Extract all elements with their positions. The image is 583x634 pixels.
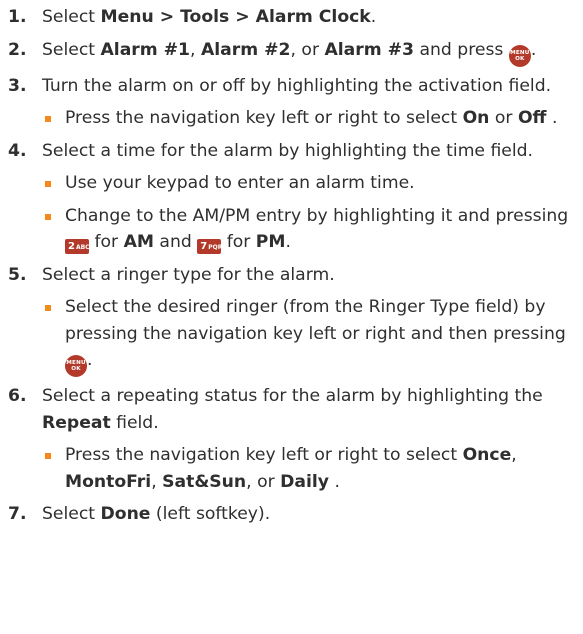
bullet-square-icon xyxy=(45,453,51,459)
bullet-square-icon xyxy=(45,181,51,187)
step-number: 2. xyxy=(8,39,27,60)
key-7-icon: 7PQRS xyxy=(197,239,227,254)
alarm-option: Alarm #3 xyxy=(324,39,415,60)
step-1: 1. Select Menu > Tools > Alarm Clock. xyxy=(0,4,583,31)
step-text: Select a repeating status for the alarm … xyxy=(42,386,543,406)
step-text: . xyxy=(530,39,537,60)
step-text: Select xyxy=(42,504,101,524)
step-text: Select xyxy=(42,7,101,27)
step-text: . xyxy=(370,7,377,27)
step-number: 5. xyxy=(8,264,27,285)
step-text: , or xyxy=(290,39,325,60)
option-am: AM xyxy=(123,232,154,252)
sub-bullet: Select the desired ringer (from the Ring… xyxy=(42,294,583,377)
sub-bullet: Press the navigation key left or right t… xyxy=(42,442,583,495)
menu-ok-key-icon: MENU OK xyxy=(508,44,531,67)
step-6: 6. Select a repeating status for the ala… xyxy=(0,383,583,495)
bullet-square-icon xyxy=(45,213,51,220)
step-number: 6. xyxy=(8,386,27,406)
alarm-option: Alarm #2 xyxy=(200,39,291,60)
step-text: field. xyxy=(110,412,159,433)
step-7: 7. Select Done (left softkey). xyxy=(0,501,583,528)
done-softkey: Done xyxy=(100,504,151,524)
step-text: Turn the alarm on or off by highlighting… xyxy=(42,75,552,96)
step-text: Select a time for the alarm by highlight… xyxy=(42,140,534,161)
menu-path: Menu > Tools > Alarm Clock xyxy=(100,7,371,27)
step-number: 4. xyxy=(8,140,27,161)
step-text: Select xyxy=(42,39,101,60)
sub-list: Press the navigation key left or right t… xyxy=(42,105,583,132)
option-pm: PM xyxy=(255,232,286,252)
step-text: (left softkey). xyxy=(150,504,271,524)
menu-ok-key-icon: MENU OK xyxy=(65,355,87,377)
bullet-square-icon xyxy=(45,116,51,122)
option-on: On xyxy=(462,108,490,128)
step-2: 2. Select Alarm #1, Alarm #2, or Alarm #… xyxy=(0,37,583,67)
step-4: 4. Select a time for the alarm by highli… xyxy=(0,138,583,256)
bullet-square-icon xyxy=(45,305,51,311)
step-text: , xyxy=(190,39,201,60)
instruction-page: 1. Select Menu > Tools > Alarm Clock. 2.… xyxy=(0,0,583,634)
alarm-option: Alarm #1 xyxy=(100,39,191,60)
sub-bullet: Press the navigation key left or right t… xyxy=(42,105,583,132)
step-number: 1. xyxy=(8,7,27,27)
step-number: 3. xyxy=(8,75,27,96)
sub-list: Press the navigation key left or right t… xyxy=(42,442,583,495)
key-2-icon: 2ABC xyxy=(65,239,90,254)
repeat-field: Repeat xyxy=(42,412,111,433)
step-3: 3. Turn the alarm on or off by highlight… xyxy=(0,73,583,132)
sub-list: Use your keypad to enter an alarm time. … xyxy=(42,170,583,256)
option-off: Off xyxy=(517,108,547,128)
sub-bullet: Change to the AM/PM entry by highlightin… xyxy=(42,203,583,256)
step-text: and press xyxy=(414,39,509,60)
step-number: 7. xyxy=(8,504,27,524)
step-text: Select a ringer type for the alarm. xyxy=(42,264,335,285)
sub-list: Select the desired ringer (from the Ring… xyxy=(42,294,583,377)
sub-bullet: Use your keypad to enter an alarm time. xyxy=(42,170,583,197)
steps-list: 1. Select Menu > Tools > Alarm Clock. 2.… xyxy=(0,4,583,528)
step-5: 5. Select a ringer type for the alarm. S… xyxy=(0,262,583,377)
